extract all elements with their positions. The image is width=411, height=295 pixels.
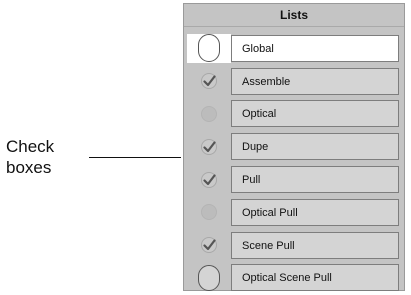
list-item-label: Scene Pull (231, 231, 399, 259)
unchecked-checkbox[interactable] (201, 204, 217, 221)
lists-panel-title: Lists (184, 4, 404, 27)
unchecked-checkbox[interactable] (201, 105, 217, 122)
list-row[interactable]: Pull (187, 163, 401, 196)
checked-checkbox[interactable] (201, 237, 217, 254)
list-row[interactable]: Global (187, 32, 401, 65)
unchecked-checkbox[interactable] (198, 34, 220, 63)
list-row[interactable]: Optical Scene Pull (187, 262, 401, 295)
list-item-label: Assemble (231, 67, 399, 95)
list-row[interactable]: Assemble (187, 65, 401, 98)
list-item-label: Optical Scene Pull (231, 264, 399, 292)
list-row[interactable]: Optical (187, 98, 401, 131)
checkmark-icon (202, 141, 216, 153)
list-row[interactable]: Optical Pull (187, 196, 401, 229)
checkbox-cell (187, 263, 231, 292)
checkmark-icon (202, 239, 216, 251)
checkmark-icon (202, 75, 216, 87)
checkbox-cell (187, 231, 231, 260)
list-item-label: Global (231, 34, 399, 62)
checkbox-cell (187, 198, 231, 227)
checkbox-cell (187, 99, 231, 128)
checkbox-cell (187, 33, 231, 63)
list-item-label: Optical Pull (231, 198, 399, 226)
checkmark-icon (202, 173, 216, 186)
list-item-label: Pull (231, 166, 399, 194)
list-row[interactable]: Scene Pull (187, 229, 401, 262)
checked-checkbox[interactable] (201, 138, 217, 155)
callout-pointer-line (89, 157, 181, 158)
callout-label: Check boxes (6, 136, 86, 178)
unchecked-checkbox[interactable] (198, 264, 220, 291)
lists-rows: Global Assemble Optical Dupe Pull Optical Pul… (187, 32, 401, 294)
callout-line-1: Check (6, 137, 55, 156)
checkbox-cell (187, 67, 231, 96)
checked-checkbox[interactable] (201, 73, 217, 90)
callout-line-2: boxes (6, 158, 52, 177)
list-item-label: Optical (231, 100, 399, 128)
checkbox-cell (187, 165, 231, 194)
list-item-label: Dupe (231, 133, 399, 161)
checked-checkbox[interactable] (201, 171, 217, 188)
figure: Check boxes Lists Global Assemble Optical D… (0, 0, 411, 295)
checkbox-cell (187, 132, 231, 161)
list-row[interactable]: Dupe (187, 130, 401, 163)
lists-panel: Lists Global Assemble Optical Dupe Pull Optic… (183, 3, 405, 294)
